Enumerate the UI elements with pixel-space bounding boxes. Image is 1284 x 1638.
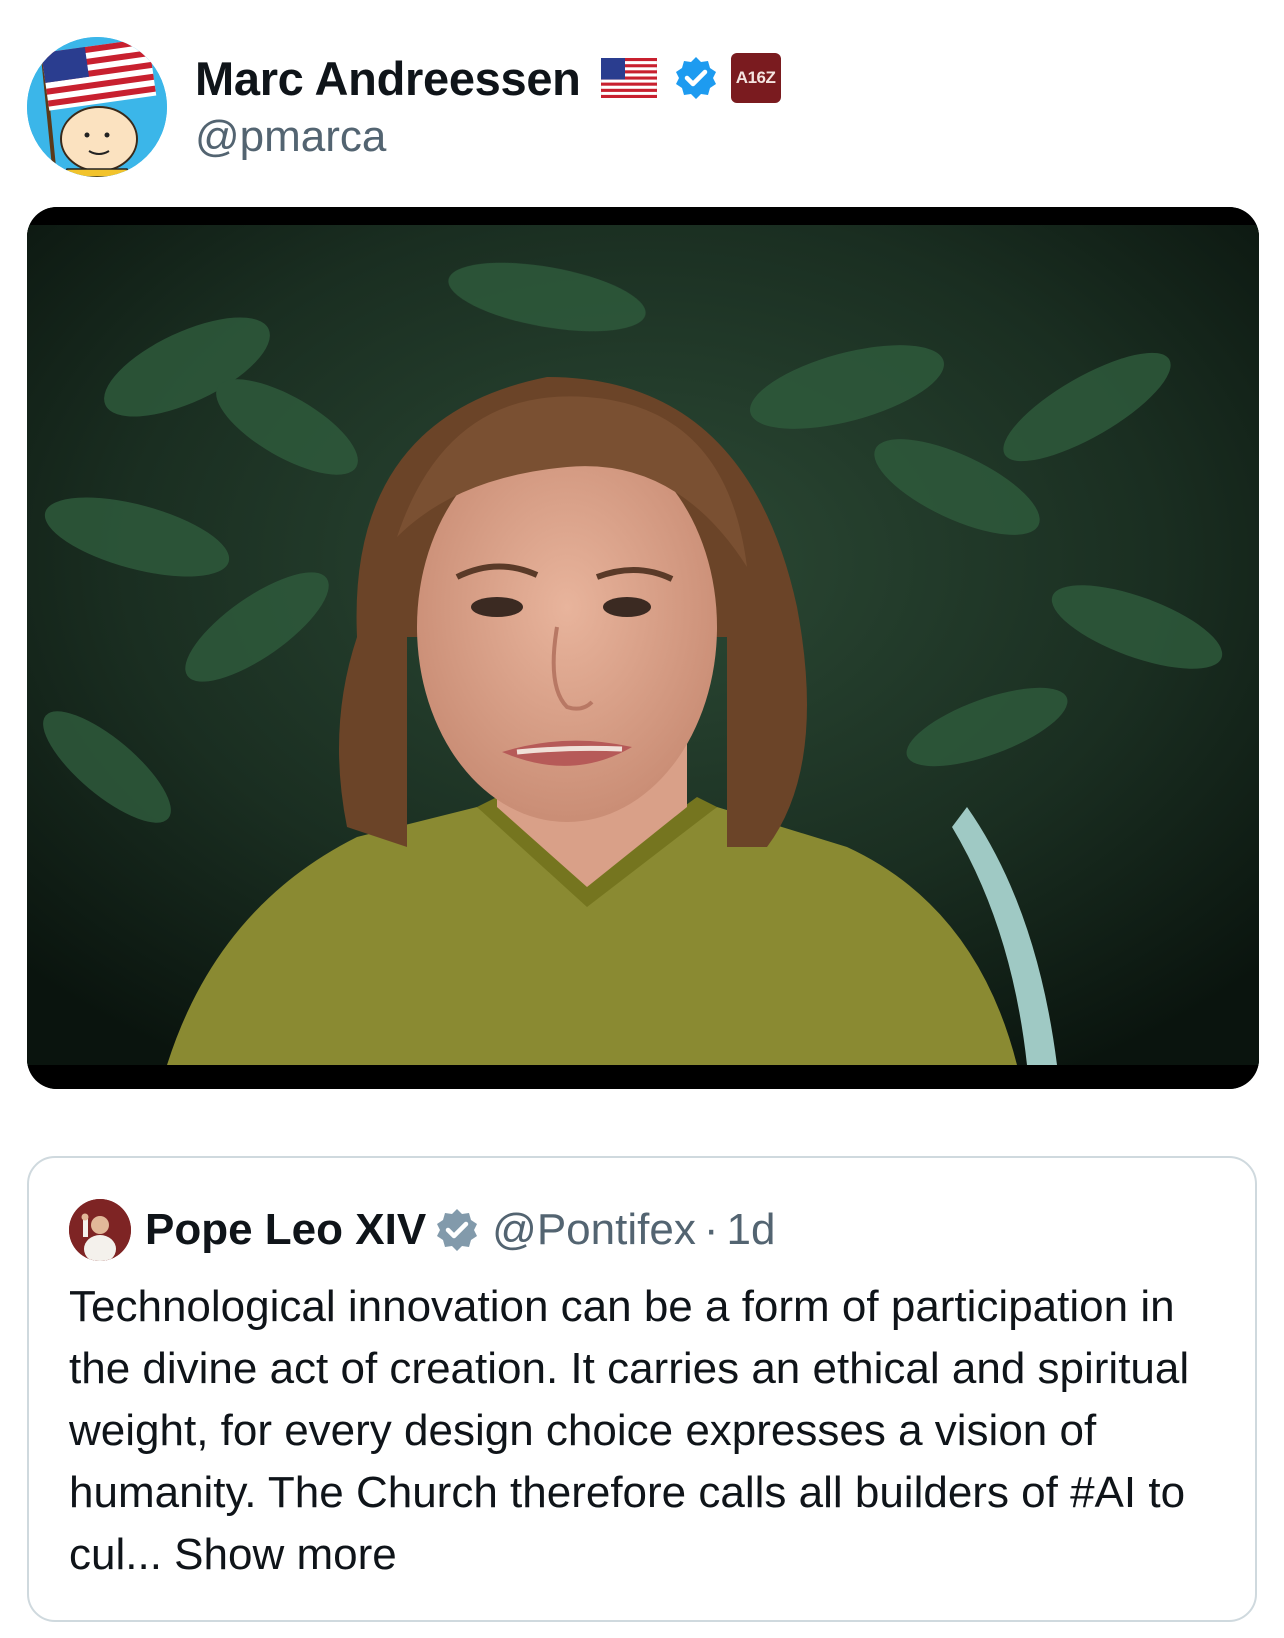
author-display-name[interactable]: Marc Andreessen: [195, 51, 581, 106]
quoted-timestamp[interactable]: 1d: [726, 1205, 775, 1255]
separator-dot: ·: [703, 1205, 719, 1254]
author-handle[interactable]: @pmarca: [195, 112, 386, 162]
quoted-author-avatar[interactable]: [69, 1199, 131, 1261]
cartoon-flag-avatar-icon: [27, 37, 167, 177]
show-more-link[interactable]: Show more: [174, 1530, 397, 1579]
org-badge-label: A16Z: [735, 68, 776, 87]
pope-avatar-icon: [69, 1199, 131, 1261]
org-badge-a16z[interactable]: A16Z: [730, 53, 781, 103]
verified-badge-icon: [675, 57, 716, 99]
quoted-tweet[interactable]: Pope Leo XIV @Pontifex · 1d Technologica…: [27, 1156, 1257, 1622]
verified-badge-icon: [437, 1209, 478, 1251]
quoted-tweet-header: Pope Leo XIV @Pontifex · 1d: [69, 1198, 775, 1262]
author-avatar[interactable]: [27, 37, 167, 177]
video-still-icon: [27, 207, 1259, 1089]
tweet-header: Marc Andreessen A16Z @pmarca: [0, 0, 1284, 200]
quoted-tweet-text: Technological innovation can be a form o…: [69, 1276, 1229, 1586]
author-name-row: Marc Andreessen A16Z: [195, 46, 781, 110]
quoted-display-name[interactable]: Pope Leo XIV: [145, 1205, 426, 1255]
us-flag-icon: [600, 58, 657, 98]
quoted-handle[interactable]: @Pontifex: [492, 1205, 696, 1255]
tweet-media-video[interactable]: [27, 207, 1259, 1089]
